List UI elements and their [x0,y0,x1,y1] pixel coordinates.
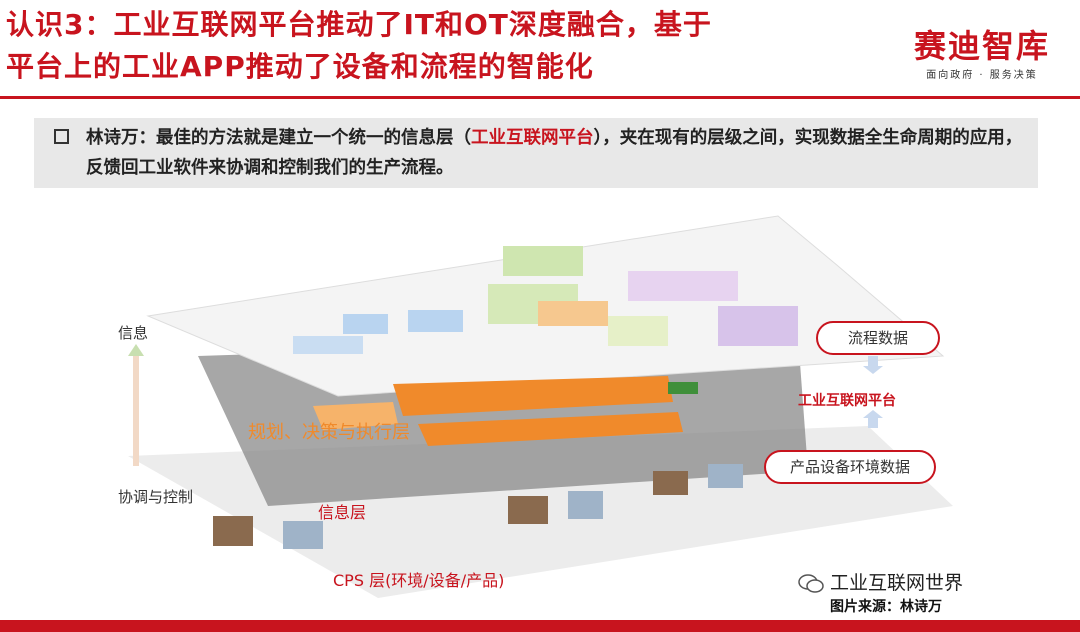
square-bullet-icon [54,129,69,144]
platform-label: 工业互联网平台 [798,393,896,409]
wechat-icon [798,573,824,593]
logo-name: 赛迪智库 [913,27,1050,65]
info-layer-label: 信息层 [318,503,366,522]
info-side-label: 信息 [118,324,149,342]
quote-box: 林诗万：最佳的方法就是建立一个统一的信息层（工业互联网平台），夹在现有的层级之间… [34,118,1038,188]
bottom-bar [0,620,1080,632]
quote-text: 林诗万：最佳的方法就是建立一个统一的信息层（工业互联网平台），夹在现有的层级之间… [86,123,1024,183]
quote-highlight: 工业互联网平台 [471,128,594,148]
middle-layer-label: 规划、决策与执行层 [248,422,410,443]
coordination-side-label: 协调与控制 [118,488,194,506]
device-data-pill: 产品设备环境数据 [764,450,936,484]
title-line-2: 平台上的工业APP推动了设备和流程的智能化 [6,50,594,83]
slide-title: 认识3：工业互联网平台推动了IT和OT深度融合，基于 平台上的工业APP推动了设… [6,4,846,88]
logo: 赛迪智库 面向政府 · 服务决策 [914,28,1050,81]
image-source: 图片来源：林诗万 [830,599,942,615]
wechat-watermark: 工业互联网世界 [798,568,963,595]
info-arrow [128,344,144,466]
title-divider [0,96,1080,99]
quote-part-1: 林诗万：最佳的方法就是建立一个统一的信息层（ [86,128,471,148]
process-data-pill: 流程数据 [816,321,940,355]
logo-tagline: 面向政府 · 服务决策 [926,70,1038,81]
wechat-name: 工业互联网世界 [830,572,964,594]
title-line-1: 认识3：工业互联网平台推动了IT和OT深度融合，基于 [6,8,712,41]
cps-layer-label: CPS 层(环境/设备/产品) [333,571,504,590]
